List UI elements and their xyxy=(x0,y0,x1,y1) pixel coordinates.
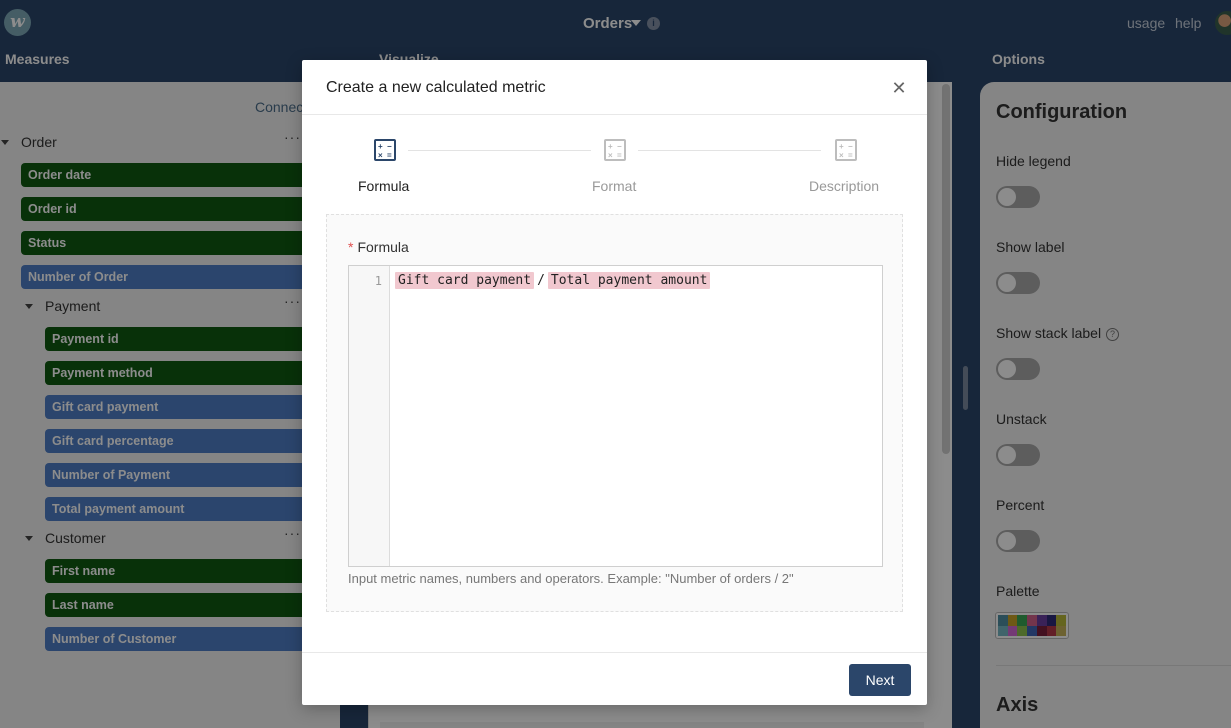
modal-title: Create a new calculated metric xyxy=(326,79,546,96)
formula-editor[interactable]: 1 Gift card payment / Total payment amount xyxy=(348,265,883,567)
metric-token[interactable]: Total payment amount xyxy=(547,272,711,289)
step-connector xyxy=(408,150,591,151)
step-description[interactable]: Description xyxy=(809,178,879,194)
calculator-icon[interactable]: + − × = xyxy=(374,139,396,161)
step-formula[interactable]: Formula xyxy=(358,178,409,194)
calculated-metric-modal: Create a new calculated metric ✕ + − × = F… xyxy=(302,60,927,705)
calculator-icon[interactable]: + − × = xyxy=(835,139,857,161)
formula-label: * Formula xyxy=(348,239,409,255)
calculator-icon[interactable]: + − × = xyxy=(604,139,626,161)
required-mark: * xyxy=(348,239,354,255)
line-gutter: 1 xyxy=(349,266,390,566)
modal-header: Create a new calculated metric ✕ xyxy=(302,60,927,115)
formula-label-text: Formula xyxy=(357,239,409,255)
step-connector xyxy=(638,150,821,151)
operator: / xyxy=(537,273,545,288)
step-format[interactable]: Format xyxy=(592,178,636,194)
modal-footer: Next xyxy=(302,652,927,705)
formula-line[interactable]: Gift card payment / Total payment amount xyxy=(395,272,711,289)
formula-hint: Input metric names, numbers and operator… xyxy=(348,571,794,586)
close-icon[interactable]: ✕ xyxy=(889,78,909,98)
next-button[interactable]: Next xyxy=(849,664,911,696)
line-number: 1 xyxy=(374,274,382,288)
metric-token[interactable]: Gift card payment xyxy=(395,272,535,289)
formula-section: * Formula 1 Gift card payment / Total payme… xyxy=(326,214,903,612)
